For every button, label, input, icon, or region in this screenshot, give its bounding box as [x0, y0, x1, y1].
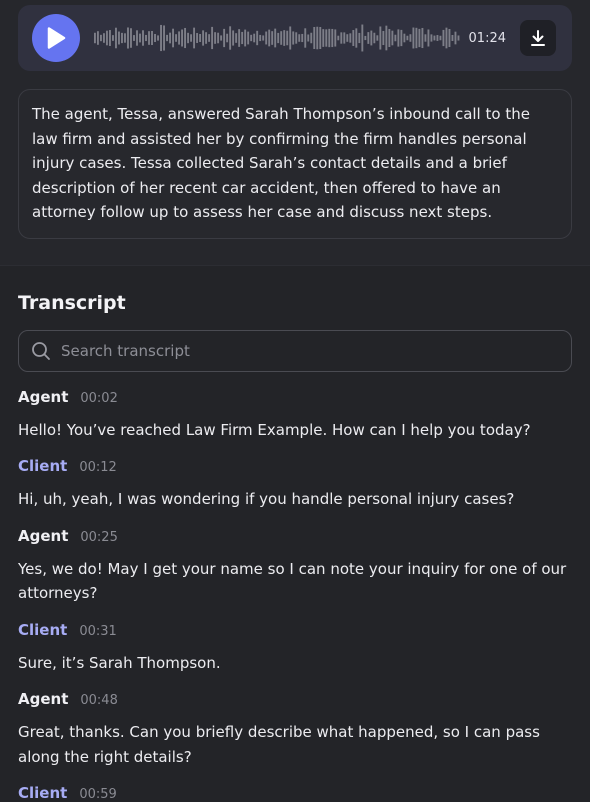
call-summary: The agent, Tessa, answered Sarah Thompso… — [18, 89, 572, 239]
audio-player: 01:24 — [18, 5, 572, 71]
transcript-section: Transcript Agent 00:02 Hello! You’ve reach… — [0, 266, 590, 802]
download-button[interactable] — [520, 20, 556, 56]
message-timestamp[interactable]: 00:12 — [79, 460, 116, 475]
message-text: Hello! You’ve reached Law Firm Example. … — [18, 420, 531, 439]
message-header: Agent 00:02 — [18, 388, 572, 406]
message-header: Client 00:12 — [18, 457, 572, 475]
transcript-messages: Agent 00:02 Hello! You’ve reached Law Firm… — [18, 388, 572, 802]
speaker-label: Client — [18, 784, 68, 802]
call-overview: 01:24 The agent, Tessa, answered Sarah T… — [0, 0, 590, 266]
speaker-label: Agent — [18, 387, 69, 406]
message-timestamp[interactable]: 00:02 — [80, 391, 117, 406]
speaker-label: Agent — [18, 526, 69, 545]
message-timestamp[interactable]: 00:25 — [80, 530, 117, 545]
transcript-title: Transcript — [18, 291, 126, 314]
play-icon — [47, 27, 66, 49]
download-icon — [531, 30, 545, 46]
search-input[interactable] — [59, 340, 559, 361]
search-icon — [32, 341, 50, 360]
transcript-message: Agent 00:25 Yes, we do! May I get your nam… — [18, 527, 572, 606]
message-header: Client 00:31 — [18, 621, 572, 639]
audio-duration: 01:24 — [468, 30, 506, 46]
message-text: Great, thanks. Can you briefly describe … — [18, 723, 540, 766]
message-text: Hi, uh, yeah, I was wondering if you han… — [18, 490, 515, 508]
audio-waveform[interactable] — [94, 21, 461, 55]
message-header: Agent 00:48 — [18, 690, 572, 708]
speaker-label: Client — [18, 457, 68, 475]
search-box — [18, 329, 572, 372]
transcript-message: Agent 00:48 Great, thanks. Can you briefly… — [18, 690, 572, 769]
transcript-message: Client 00:31 Sure, it’s Sarah Thompson. — [18, 621, 572, 676]
message-timestamp[interactable]: 00:48 — [80, 693, 117, 708]
message-text: Yes, we do! May I get your name so I can… — [18, 559, 567, 603]
transcript-message: Agent 00:02 Hello! You’ve reached Law Firm… — [18, 388, 572, 443]
message-header: Agent 00:25 — [18, 527, 572, 545]
message-timestamp[interactable]: 00:59 — [79, 787, 116, 802]
speaker-label: Agent — [18, 690, 69, 708]
transcript-message: Client 00:12 Hi, uh, yeah, I was wondering… — [18, 457, 572, 512]
message-timestamp[interactable]: 00:31 — [79, 624, 116, 639]
message-header: Client 00:59 — [18, 784, 572, 802]
speaker-label: Client — [18, 620, 68, 639]
message-text: Sure, it’s Sarah Thompson. — [18, 653, 221, 672]
transcript-message: Client 00:59 — [18, 784, 572, 802]
play-button[interactable] — [32, 14, 80, 62]
